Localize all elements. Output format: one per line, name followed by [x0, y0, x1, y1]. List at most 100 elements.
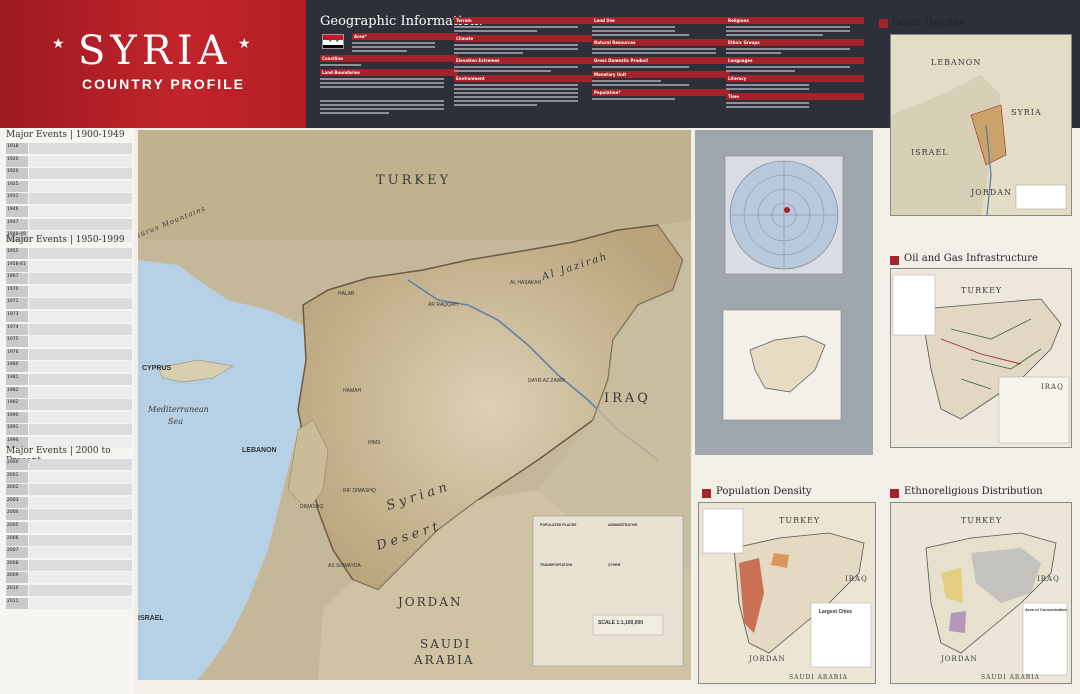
oil-gas-map[interactable]: TURKEY IRAQ [890, 268, 1072, 448]
city-label: RIF DIMASHQ [343, 488, 376, 494]
golan-heights-map[interactable]: LEBANON SYRIA ISRAEL JORDAN [890, 34, 1072, 216]
syria-locator-dot [784, 207, 790, 213]
city-label: AS SUWAYDA [328, 563, 361, 569]
event-year: 1920 [6, 155, 28, 167]
event-description [29, 323, 132, 335]
info-column-1: Area* Coastline Land Boundaries [320, 30, 458, 116]
event-description [29, 248, 132, 259]
event-row: 2004 [6, 509, 132, 521]
panel-title-oil: Oil and Gas Infrastructure [904, 253, 1038, 264]
info-column-3: Land Use Natural Resources Gross Domesti… [592, 14, 730, 102]
events-section-header: Major Events | 1950-1999 [6, 235, 125, 245]
event-row: 1947 [6, 218, 132, 230]
ethno-label-turkey: TURKEY [961, 516, 1002, 525]
info-section-header: Literacy [726, 75, 864, 82]
event-year: 1955 [6, 248, 28, 259]
event-description [29, 336, 132, 348]
event-description [29, 348, 132, 360]
ethno-svg: Area of Concentration TURKEY IRAQ JORDAN… [891, 503, 1071, 683]
event-year: 1946 [6, 206, 28, 217]
legend-heading: OTHER [608, 563, 621, 567]
event-year: 1958-61 [6, 260, 28, 272]
star-icon: ★ [238, 36, 251, 52]
event-description [29, 168, 132, 180]
pop-label-jordan: JORDAN [748, 655, 786, 663]
pop-label-iraq: IRAQ [845, 575, 868, 583]
ethno-legend-title: Area of Concentration [1025, 607, 1068, 612]
golan-legend [1015, 184, 1067, 210]
title-block: ★ ★ SYRIA COUNTRY PROFILE [0, 0, 306, 128]
legend-heading: ADMINISTRATIVE [608, 523, 638, 527]
page-subtitle: COUNTRY PROFILE [82, 76, 246, 92]
ethno-label-jordan: JORDAN [940, 655, 978, 663]
population-density-map[interactable]: Largest Cities TURKEY IRAQ JORDAN SAUDI … [698, 502, 876, 684]
event-row: 2008 [6, 559, 132, 571]
event-year: 2005 [6, 522, 28, 533]
panel-marker-icon [702, 489, 711, 498]
event-row: 2001 [6, 471, 132, 483]
event-description [29, 206, 132, 217]
panel-marker-icon [879, 19, 888, 28]
label-saudi-1: SAUDI [420, 637, 471, 651]
label-saudi-2: ARABIA [413, 653, 475, 667]
panel-title-ethno: Ethnoreligious Distribution [904, 486, 1043, 497]
golan-label-lebanon: LEBANON [931, 58, 981, 67]
event-row: 1955 [6, 248, 132, 259]
info-section-header: Gross Domestic Product [592, 57, 730, 64]
event-description [29, 361, 132, 373]
city-label: HIMS [368, 440, 381, 446]
event-year: 1990 [6, 411, 28, 423]
info-section-header: Land Use [592, 17, 730, 24]
label-cyprus: CYPRUS [142, 365, 172, 372]
oil-label-iraq: IRAQ [1041, 383, 1064, 391]
event-description [29, 424, 132, 436]
golan-label-jordan: JORDAN [970, 188, 1012, 197]
event-row: 1975 [6, 336, 132, 348]
ethnoreligious-map[interactable]: Area of Concentration TURKEY IRAQ JORDAN… [890, 502, 1072, 684]
info-section-header: Terrain [454, 17, 592, 24]
pop-label-turkey: TURKEY [779, 516, 820, 525]
event-row: 2006 [6, 534, 132, 546]
event-year: 1973 [6, 311, 28, 322]
city-label: DIMASHQ [300, 504, 323, 510]
event-row: 1980 [6, 361, 132, 373]
info-column-2: Terrain Climate Elevation Extremes Envir… [454, 14, 592, 108]
info-section-header: Religions [726, 17, 864, 24]
locator-svg [722, 155, 844, 421]
event-row: 1941 [6, 193, 132, 205]
event-row: 1974 [6, 323, 132, 335]
label-iraq: IRAQ [604, 391, 651, 406]
event-year: 1981 [6, 374, 28, 385]
event-description [29, 559, 132, 571]
city-label: AL HASAKAH [510, 280, 542, 286]
oil-legend [892, 274, 936, 336]
event-description [29, 484, 132, 496]
event-year: 1918 [6, 143, 28, 154]
event-year: 1941 [6, 193, 28, 205]
info-section-header: Languages [726, 57, 864, 64]
event-year: 2010 [6, 585, 28, 596]
event-year: 2009 [6, 572, 28, 584]
ethno-label-iraq: IRAQ [1037, 575, 1060, 583]
main-map[interactable]: TURKEY IRAQ JORDAN SAUDI ARABIA LEBANON … [130, 130, 691, 680]
event-row: 1971 [6, 298, 132, 310]
label-jordan: JORDAN [396, 595, 462, 609]
oil-label-turkey: TURKEY [961, 286, 1002, 295]
label-turkey: TURKEY [376, 173, 451, 188]
event-row: 1918 [6, 143, 132, 154]
event-description [29, 180, 132, 192]
info-section-header: Elevation Extremes [454, 57, 592, 64]
event-year: 1920 [6, 168, 28, 180]
event-description [29, 143, 132, 154]
event-description [29, 572, 132, 584]
info-section-header: Area* [352, 33, 458, 40]
event-year: 2004 [6, 509, 28, 521]
event-year: 1925 [6, 180, 28, 192]
panel-marker-icon [890, 489, 899, 498]
event-row: 2000 [6, 459, 132, 470]
ethno-legend [1022, 602, 1068, 676]
info-section-header: Coastline [320, 55, 458, 62]
event-description [29, 374, 132, 385]
panel-marker-icon [890, 256, 899, 265]
event-year: 2003 [6, 496, 28, 508]
